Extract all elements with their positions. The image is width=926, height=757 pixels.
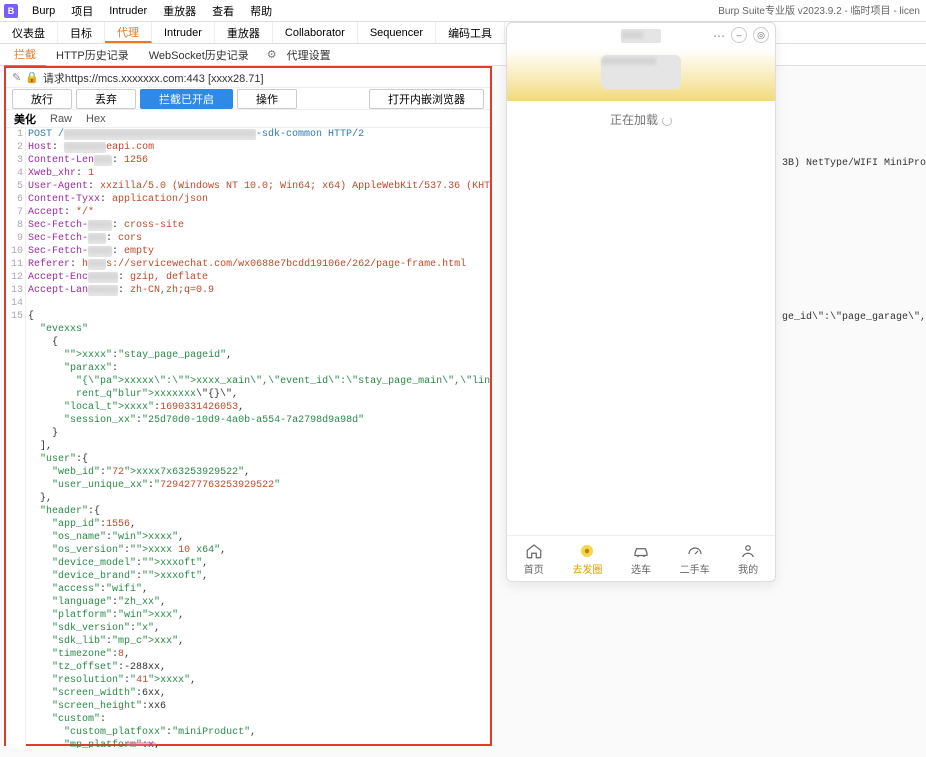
car-icon — [632, 542, 650, 560]
nav-used[interactable]: 二手车 — [668, 536, 722, 581]
user-icon — [739, 542, 757, 560]
viewtab-pretty[interactable]: 美化 — [14, 111, 36, 127]
gear-icon[interactable]: ⚙ — [267, 48, 277, 61]
subtab-intercept[interactable]: 拦截 — [4, 43, 46, 67]
overflow-line-ua: 3B) NetType/WIFI MiniProgramEnv — [782, 158, 926, 169]
request-url: 请求https://mcs.xxxxxxx.com:443 [xxxx28.71… — [43, 70, 484, 86]
banner-car-image-blurred: xxxxxxxxxx — [601, 55, 681, 89]
nav-me[interactable]: 我的 — [721, 536, 775, 581]
tab-sequencer[interactable]: Sequencer — [358, 22, 436, 43]
miniprogram-window: xxxx ⋯ – ◎ xxxxxxxxxx 正在加载 首页 去发圈 — [506, 22, 776, 582]
nav-discover[interactable]: 去发圈 — [561, 536, 615, 581]
nav-choose[interactable]: 选车 — [614, 536, 668, 581]
tab-collab[interactable]: Collaborator — [273, 22, 358, 43]
lock-icon: 🔒 — [25, 71, 39, 84]
viewtab-raw[interactable]: Raw — [50, 113, 72, 125]
open-browser-button[interactable]: 打开内嵌浏览器 — [369, 89, 484, 109]
code-editor[interactable]: 1 2 3 4 5 6 7 8 9 10 11 12 13 14 15 POST… — [6, 128, 490, 748]
subtab-ws-history[interactable]: WebSocket历史记录 — [139, 44, 259, 66]
tab-intruder[interactable]: Intruder — [152, 22, 215, 43]
spinner-icon — [662, 116, 672, 126]
menu-bar: B Burp 项目 Intruder 重放器 查看 帮助 Burp Suite专… — [0, 0, 926, 22]
miniprogram-title-blurred: xxxx — [621, 29, 661, 43]
burp-logo-icon: B — [4, 4, 18, 18]
menu-repeater[interactable]: 重放器 — [155, 3, 204, 19]
line-gutter: 1 2 3 4 5 6 7 8 9 10 11 12 13 14 15 — [6, 128, 26, 748]
subtab-proxy-settings[interactable]: 代理设置 — [277, 44, 341, 66]
tab-decoder[interactable]: 编码工具 — [436, 22, 505, 43]
request-panel: ✎ 🔒 请求https://mcs.xxxxxxx.com:443 [xxxx2… — [4, 66, 492, 746]
nav-choose-label: 选车 — [631, 561, 651, 576]
nav-home-label: 首页 — [524, 561, 544, 576]
action-button[interactable]: 操作 — [237, 89, 297, 109]
proxy-subtabs: 拦截 HTTP历史记录 WebSocket历史记录 ⚙ 代理设置 — [0, 44, 926, 66]
editor-view-tabs: 美化 Raw Hex — [6, 110, 490, 128]
request-url-row: ✎ 🔒 请求https://mcs.xxxxxxx.com:443 [xxxx2… — [6, 68, 490, 88]
menu-intruder[interactable]: Intruder — [101, 5, 155, 17]
intercept-toggle-button[interactable]: 拦截已开启 — [140, 89, 233, 109]
menu-help[interactable]: 帮助 — [242, 3, 280, 19]
viewtab-hex[interactable]: Hex — [86, 113, 106, 125]
edit-icon[interactable]: ✎ — [12, 71, 21, 84]
home-icon — [525, 542, 543, 560]
subtab-http-history[interactable]: HTTP历史记录 — [46, 44, 139, 66]
tab-dashboard[interactable]: 仪表盘 — [0, 22, 58, 43]
menu-burp[interactable]: Burp — [24, 5, 63, 17]
menu-view[interactable]: 查看 — [204, 3, 242, 19]
tab-proxy[interactable]: 代理 — [105, 22, 152, 43]
forward-button[interactable]: 放行 — [12, 89, 72, 109]
nav-me-label: 我的 — [738, 561, 758, 576]
loading-text: 正在加载 — [507, 111, 775, 128]
more-icon[interactable]: ⋯ — [713, 27, 725, 43]
horizontal-scroll-thumb[interactable] — [126, 742, 156, 746]
nav-home[interactable]: 首页 — [507, 536, 561, 581]
minimize-button[interactable]: – — [731, 27, 747, 43]
gauge-icon — [686, 542, 704, 560]
drop-button[interactable]: 丢弃 — [76, 89, 136, 109]
miniprogram-bottom-nav: 首页 去发圈 选车 二手车 我的 — [507, 535, 775, 581]
tab-repeater[interactable]: 重放器 — [215, 22, 273, 43]
nav-used-label: 二手车 — [680, 561, 710, 576]
request-buttons: 放行 丢弃 拦截已开启 操作 打开内嵌浏览器 — [6, 88, 490, 110]
disc-icon — [578, 542, 596, 560]
nav-discover-label: 去发圈 — [572, 561, 602, 576]
target-button[interactable]: ◎ — [753, 27, 769, 43]
tab-target[interactable]: 目标 — [58, 22, 105, 43]
miniprogram-banner: xxxxxxxxxx — [507, 49, 775, 101]
menu-project[interactable]: 项目 — [63, 3, 101, 19]
miniprogram-titlebar: xxxx ⋯ – ◎ — [507, 23, 775, 49]
code-body[interactable]: POST /xxxxxxxxxxxxxxxxxxxxxxxxxxxxxxxx-s… — [28, 128, 490, 748]
overflow-line-params: ge_id\":\"page_garage\",\"stay_ — [782, 312, 926, 323]
main-tabs: 仪表盘 目标 代理 Intruder 重放器 Collaborator Sequ… — [0, 22, 926, 44]
window-title: Burp Suite专业版 v2023.9.2 - 临时项目 - licen — [718, 2, 920, 17]
